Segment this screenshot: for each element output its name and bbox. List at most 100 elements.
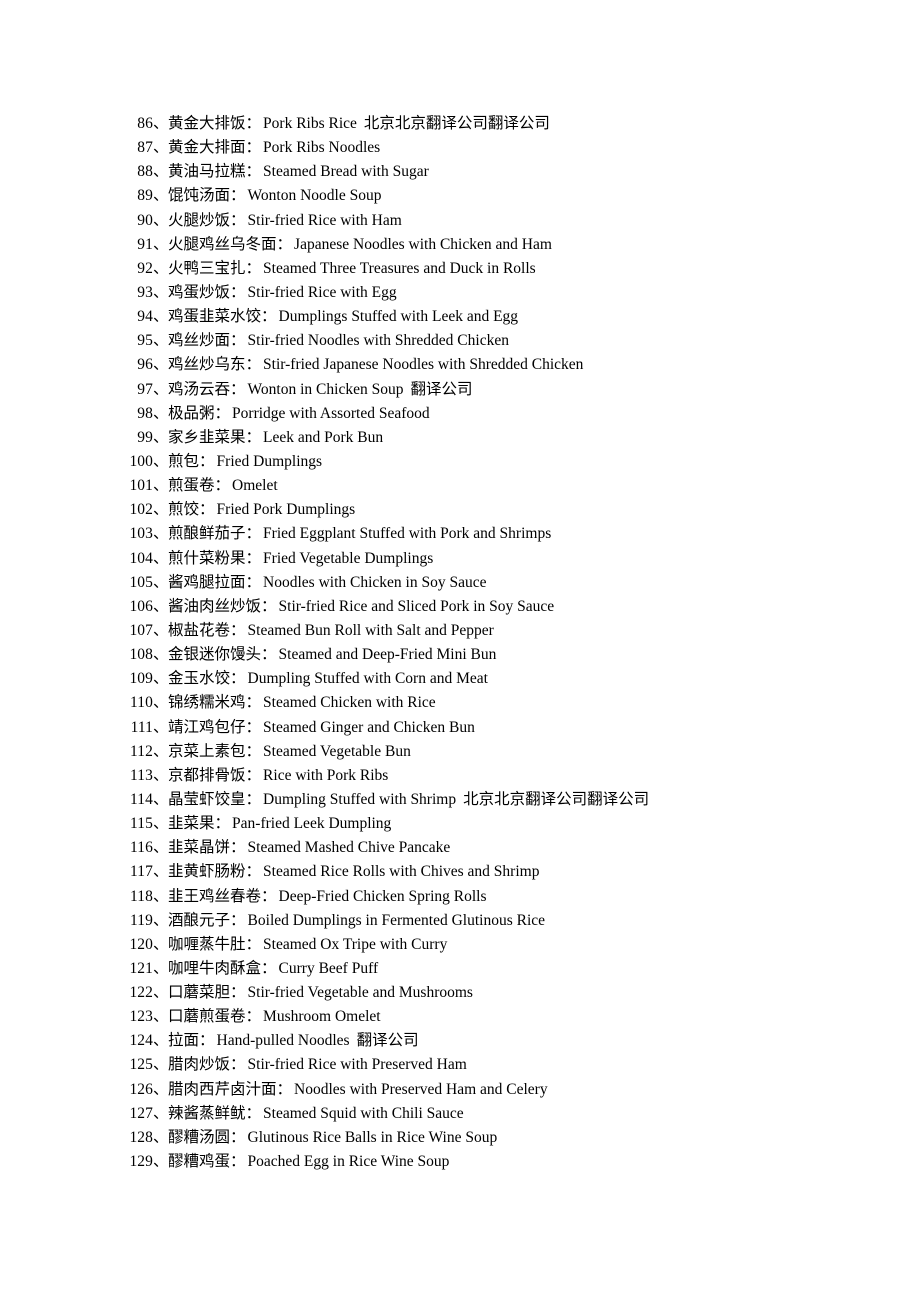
entry-colon: ： [230, 984, 246, 1002]
menu-entry: 96、鸡丝炒乌东： Stir-fried Japanese Noodles wit… [129, 353, 829, 377]
entry-english-translation: Fried Pork Dumplings [216, 501, 356, 519]
entry-english-translation: Fried Eggplant Stuffed with Pork and Shr… [263, 525, 552, 543]
entry-chinese-name: 酱油肉丝炒饭 [168, 597, 262, 615]
entry-number: 108 [129, 646, 153, 664]
entry-number: 110 [130, 694, 153, 712]
entry-number: 114 [130, 790, 153, 808]
entry-number: 126 [129, 1080, 153, 1098]
entry-colon: ： [276, 235, 293, 253]
entry-number: 98 [137, 404, 153, 422]
menu-entry: 127、辣酱蒸鲜鱿： Steamed Squid with Chili Sauce [129, 1102, 829, 1126]
menu-entry: 129、醪糟鸡蛋： Poached Egg in Rice Wine Soup [129, 1150, 829, 1174]
entry-number-separator: 、 [153, 452, 169, 470]
entry-number: 122 [129, 984, 153, 1002]
entry-number: 88 [137, 163, 153, 181]
entry-colon: ： [199, 501, 215, 519]
menu-entry: 123、口蘑煎蛋卷： Mushroom Omelet [129, 1005, 829, 1029]
entry-number-separator: 、 [153, 477, 169, 495]
menu-entry: 97、鸡汤云吞： Wonton in Chicken Soup 翻译公司 [129, 378, 829, 402]
entry-colon: ： [214, 404, 231, 422]
entry-number: 123 [129, 1008, 153, 1026]
entry-number: 116 [130, 839, 153, 857]
entry-number: 89 [137, 187, 153, 205]
entry-number-separator: 、 [153, 694, 169, 712]
entry-colon: ： [245, 573, 262, 591]
entry-chinese-name: 京菜上素包 [168, 742, 246, 760]
entry-number-separator: 、 [153, 428, 169, 446]
entry-english-translation: Steamed Vegetable Bun [263, 742, 411, 760]
entry-english-translation: Boiled Dumplings in Fermented Glutinous … [247, 911, 546, 929]
menu-entry-list: 86、黄金大排饭： Pork Ribs Rice 北京北京翻译公司翻译公司 87、黄金… [129, 112, 829, 1174]
entry-colon: ： [230, 283, 246, 301]
entry-number-separator: 、 [153, 766, 169, 784]
menu-entry: 107、椒盐花卷： Steamed Bun Roll with Salt and … [129, 619, 829, 643]
entry-english-translation: Stir-fried Rice with Egg [247, 283, 397, 301]
entry-number: 103 [129, 525, 153, 543]
entry-number-separator: 、 [153, 815, 169, 833]
entry-english-translation: Steamed Mashed Chive Pancake [247, 839, 451, 857]
entry-number: 94 [137, 308, 153, 326]
entry-number-separator: 、 [153, 308, 169, 326]
entry-chinese-name: 咖喱蒸牛肚 [168, 935, 246, 953]
entry-english-translation: Steamed and Deep-Fried Mini Bun [278, 646, 497, 664]
menu-entry: 102、煎饺： Fried Pork Dumplings [129, 498, 829, 522]
menu-entry: 92、火鸭三宝扎： Steamed Three Treasures and Duc… [129, 257, 829, 281]
entry-number: 129 [129, 1153, 153, 1171]
menu-entry: 128、醪糟汤圆： Glutinous Rice Balls in Rice Wi… [129, 1126, 829, 1150]
menu-entry: 125、腊肉炒饭： Stir-fried Rice with Preserved … [129, 1053, 829, 1077]
entry-chinese-name: 酱鸡腿拉面 [168, 573, 246, 591]
menu-entry: 126、腊肉西芹卤汁面： Noodles with Preserved Ham a… [129, 1078, 829, 1102]
entry-colon: ： [230, 1056, 246, 1074]
entry-english-translation: Dumplings Stuffed with Leek and Egg [278, 308, 519, 326]
entry-number: 117 [130, 863, 153, 881]
entry-chinese-name: 黄金大排面 [168, 139, 246, 157]
entry-english-translation: Leek and Pork Bun [263, 428, 384, 446]
menu-entry: 95、鸡丝炒面： Stir-fried Noodles with Shredded… [129, 329, 829, 353]
entry-number-separator: 、 [153, 863, 169, 881]
menu-entry: 124、拉面： Hand-pulled Noodles 翻译公司 [129, 1029, 829, 1053]
menu-entry: 113、京都排骨饭： Rice with Pork Ribs [129, 764, 829, 788]
entry-number: 97 [137, 380, 153, 398]
entry-chinese-name: 煎饺 [168, 501, 200, 519]
entry-colon: ： [245, 163, 262, 181]
entry-chinese-name: 煎蛋卷 [168, 477, 215, 495]
entry-english-translation: Wonton in Chicken Soup [247, 380, 404, 398]
entry-english-translation: Fried Dumplings [216, 452, 323, 470]
entry-chinese-name: 腊肉炒饭 [168, 1056, 231, 1074]
entry-number: 99 [137, 428, 153, 446]
menu-entry: 109、金玉水饺： Dumpling Stuffed with Corn and … [129, 667, 829, 691]
entry-chinese-name: 韭黄虾肠粉 [168, 863, 246, 881]
entry-number-separator: 、 [153, 332, 169, 350]
menu-entry: 112、京菜上素包： Steamed Vegetable Bun [129, 740, 829, 764]
entry-number-separator: 、 [153, 1153, 169, 1171]
entry-colon: ： [245, 1104, 262, 1122]
entry-number: 125 [129, 1056, 153, 1074]
entry-english-translation: Glutinous Rice Balls in Rice Wine Soup [247, 1128, 498, 1146]
entry-english-translation: Stir-fried Rice with Preserved Ham [247, 1056, 467, 1074]
entry-chinese-name: 靖江鸡包仔 [168, 718, 246, 736]
entry-english-translation: Pork Ribs Rice [263, 115, 357, 132]
entry-colon: ： [276, 1080, 293, 1098]
entry-chinese-name: 韭王鸡丝春卷 [168, 887, 262, 905]
entry-number: 96 [137, 356, 153, 374]
entry-english-translation: Steamed Squid with Chili Sauce [263, 1104, 464, 1122]
entry-number-separator: 、 [153, 597, 169, 615]
menu-entry: 100、煎包： Fried Dumplings [129, 450, 829, 474]
entry-number: 113 [130, 766, 153, 784]
entry-english-translation: Japanese Noodles with Chicken and Ham [294, 235, 552, 253]
entry-chinese-name: 家乡韭菜果 [168, 428, 246, 446]
entry-colon: ： [245, 139, 262, 157]
entry-number-separator: 、 [153, 404, 169, 422]
menu-entry: 111、靖江鸡包仔： Steamed Ginger and Chicken Bun [129, 716, 829, 740]
watermark-text: 翻译公司 [410, 380, 473, 398]
menu-entry: 99、家乡韭菜果： Leek and Pork Bun [129, 426, 829, 450]
entry-colon: ： [214, 477, 231, 495]
menu-entry: 110、锦绣糯米鸡： Steamed Chicken with Rice [129, 691, 829, 715]
entry-number: 106 [129, 597, 153, 615]
entry-english-translation: Porridge with Assorted Seafood [232, 404, 430, 422]
entry-colon: ： [230, 211, 246, 229]
entry-number-separator: 、 [153, 935, 169, 953]
menu-entry: 101、煎蛋卷： Omelet [129, 474, 829, 498]
menu-entry: 87、黄金大排面： Pork Ribs Noodles [129, 136, 829, 160]
menu-entry: 98、极品粥： Porridge with Assorted Seafood [129, 402, 829, 426]
